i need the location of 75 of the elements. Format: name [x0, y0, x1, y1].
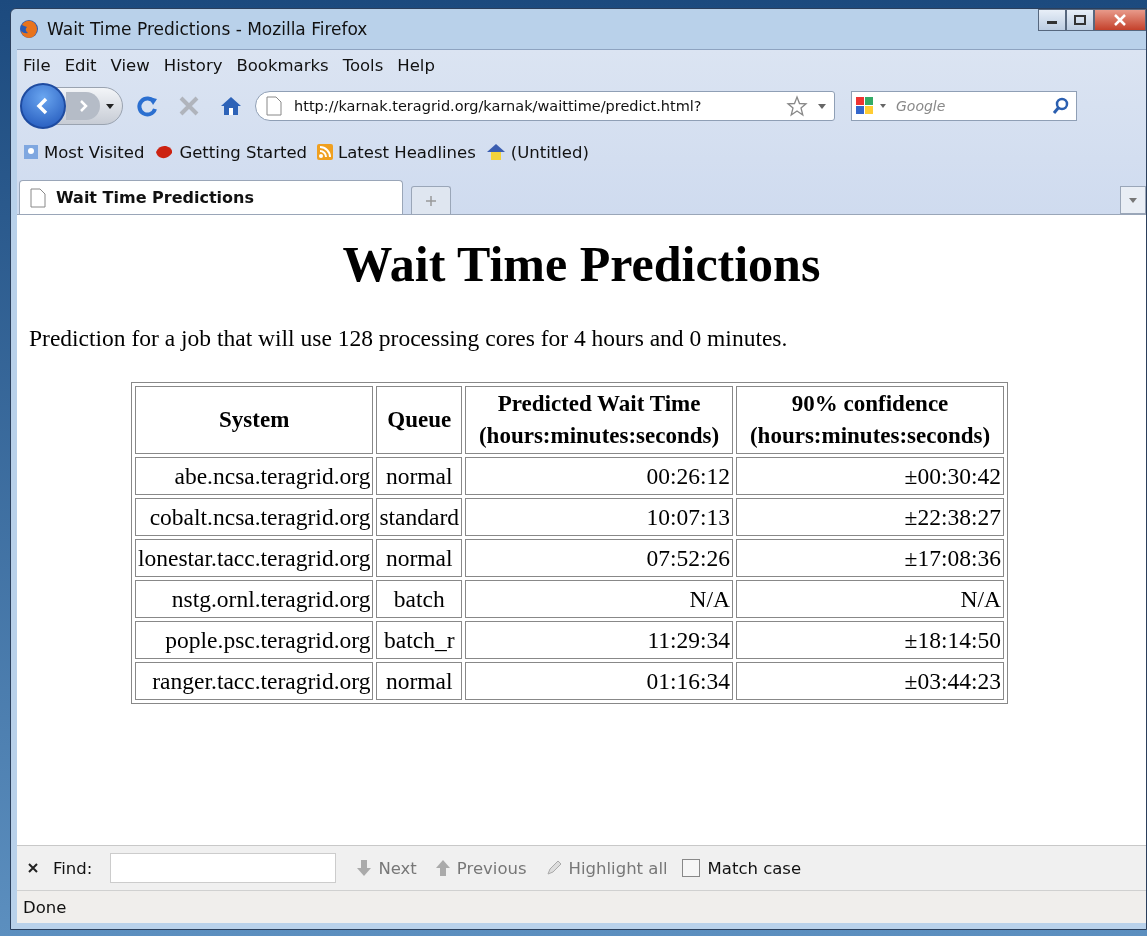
firefox-icon	[19, 19, 39, 39]
table-cell: ±03:44:23	[736, 662, 1005, 700]
table-cell: normal	[376, 539, 463, 577]
bookmark-label[interactable]: Getting Started	[179, 142, 307, 162]
table-cell: 11:29:34	[465, 621, 734, 659]
rss-feed-icon	[317, 144, 333, 160]
menu-item[interactable]: Bookmarks	[236, 55, 329, 75]
table-cell: 01:16:34	[465, 662, 734, 700]
match-case-checkbox[interactable]: Match case	[681, 858, 802, 878]
table-cell: ±00:30:42	[736, 457, 1005, 495]
page-heading: Wait Time Predictions	[341, 235, 822, 293]
maximize-icon	[1074, 15, 1086, 25]
table-cell: N/A	[465, 580, 734, 618]
checkbox-box[interactable]	[681, 859, 700, 877]
menu-item[interactable]: Help	[397, 55, 435, 75]
find-label: Find:	[53, 858, 93, 878]
search-bar[interactable]: Google	[851, 91, 1077, 121]
close-icon	[27, 862, 39, 874]
dropdown-icon[interactable]	[818, 103, 826, 109]
table-cell: batch	[376, 580, 463, 618]
menu-item[interactable]: Tools	[342, 55, 384, 75]
bookmark-label[interactable]: Latest Headlines	[338, 142, 476, 162]
table-cell: normal	[376, 662, 463, 700]
page-icon	[266, 96, 282, 116]
next-button[interactable]: Next	[352, 858, 421, 878]
previous-button[interactable]: Previous	[430, 858, 531, 878]
table-cell: standard	[376, 498, 463, 536]
house-icon	[485, 143, 506, 161]
dropdown-icon[interactable]	[106, 103, 114, 109]
table-cell: pople.psc.teragrid.org	[134, 621, 374, 659]
table-cell: nstg.ornl.teragrid.org	[134, 580, 374, 618]
column-header: Queue	[376, 386, 463, 454]
maximize-button[interactable]	[1066, 9, 1094, 31]
column-header: 90% confidence (hours:minutes:seconds)	[736, 386, 1005, 454]
table-cell: ranger.tacc.teragrid.org	[134, 662, 374, 700]
menu-item[interactable]: File	[23, 55, 51, 75]
table-cell: normal	[376, 457, 463, 495]
plus-icon	[425, 194, 437, 207]
search-icon[interactable]	[1052, 97, 1070, 115]
table-cell: ±22:38:27	[736, 498, 1005, 536]
page-icon	[30, 187, 46, 208]
table-cell: abe.ncsa.teragrid.org	[134, 457, 374, 495]
highlight-all-button[interactable]: Highlight all	[540, 858, 672, 878]
menu-item[interactable]: View	[110, 55, 150, 75]
close-icon	[1113, 14, 1127, 26]
menu-item[interactable]: History	[163, 55, 223, 75]
intro-text: Prediction for a job that will use 128 processing cores for 4 hours and 0 minutes.	[29, 325, 789, 352]
table-cell: N/A	[736, 580, 1005, 618]
address-bar[interactable]: http://karnak.teragrid.org/karnak/waittime/predict.html?	[255, 91, 835, 121]
column-header: System	[134, 386, 374, 454]
bookmark-label[interactable]: (Untitled)	[510, 142, 589, 162]
back-button[interactable]	[20, 83, 66, 129]
up-arrow-icon	[434, 859, 451, 877]
table-cell: batch_r	[376, 621, 463, 659]
table-cell: 00:26:12	[465, 457, 734, 495]
marker-pen-icon	[544, 859, 563, 877]
window-title: Wait Time Predictions - Mozilla Firefox	[47, 19, 368, 39]
caret-icon	[1129, 197, 1137, 203]
column-header: Predicted Wait Time (hours:minutes:seconds)	[465, 386, 734, 454]
status-text: Done	[23, 897, 67, 917]
tab-list-button[interactable]	[1120, 186, 1146, 214]
table-cell: 07:52:26	[465, 539, 734, 577]
table-cell: cobalt.ncsa.teragrid.org	[134, 498, 374, 536]
table-cell: ±18:14:50	[736, 621, 1005, 659]
find-field[interactable]	[110, 853, 337, 883]
bookmark-label[interactable]: Most Visited	[44, 142, 145, 162]
star-icon[interactable]	[786, 95, 808, 117]
menu-item[interactable]: Edit	[64, 55, 97, 75]
browser-tab[interactable]: Wait Time Predictions	[19, 180, 403, 214]
minimize-button[interactable]	[1038, 9, 1066, 31]
table-cell: 10:07:13	[465, 498, 734, 536]
close-button[interactable]	[1094, 9, 1146, 31]
table-cell: ±17:08:36	[736, 539, 1005, 577]
down-arrow-icon	[356, 859, 373, 877]
table-cell: lonestar.tacc.teragrid.org	[134, 539, 374, 577]
